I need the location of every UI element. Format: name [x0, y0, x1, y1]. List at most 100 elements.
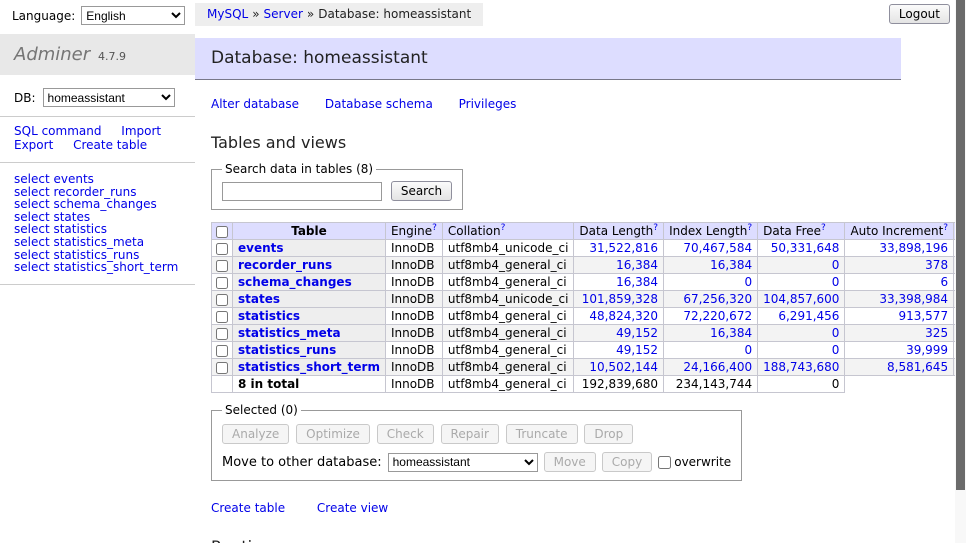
table-name-cell: states [233, 291, 386, 308]
truncate-button[interactable]: Truncate [506, 424, 578, 444]
sidebar-item-select-statistics-meta[interactable]: select statistics_meta [14, 236, 181, 249]
auto-increment-link[interactable]: 8,581,645 [887, 360, 948, 374]
app-brand: Adminer 4.7.9 [0, 34, 195, 75]
drop-button[interactable]: Drop [584, 424, 633, 444]
logout-button[interactable]: Logout [889, 4, 950, 24]
privileges-link[interactable]: Privileges [459, 97, 517, 111]
breadcrumb-server[interactable]: Server [264, 7, 303, 21]
data-length-link[interactable]: 16,384 [616, 275, 658, 289]
create-view-link[interactable]: Create view [317, 501, 388, 515]
auto-increment-link[interactable]: 913,577 [898, 309, 948, 323]
analyze-button[interactable]: Analyze [222, 424, 289, 444]
data-length-link[interactable]: 31,522,816 [589, 241, 658, 255]
data-free-link[interactable]: 188,743,680 [763, 360, 839, 374]
table-name-cell: statistics_meta [233, 325, 386, 342]
table-row: statistics_short_termInnoDButf8mb4_gener… [212, 359, 966, 376]
data-free-link[interactable]: 0 [832, 275, 840, 289]
data-length-link[interactable]: 101,859,328 [582, 292, 658, 306]
sidebar-item-select-schema-changes[interactable]: select schema_changes [14, 198, 181, 211]
index-length-link[interactable]: 0 [744, 343, 752, 357]
index-length-link[interactable]: 70,467,584 [683, 241, 752, 255]
search-input[interactable] [222, 182, 382, 201]
help-icon[interactable]: ? [501, 223, 506, 233]
auto-increment-link[interactable]: 33,898,196 [879, 241, 948, 255]
data-free-link[interactable]: 6,291,456 [778, 309, 839, 323]
check-button[interactable]: Check [377, 424, 434, 444]
row-checkbox[interactable] [216, 243, 228, 255]
row-checkbox[interactable] [216, 277, 228, 289]
total-data-free: 0 [758, 376, 845, 393]
collation-cell: utf8mb4_unicode_ci [442, 291, 574, 308]
table-name-link[interactable]: statistics [238, 309, 300, 323]
sidebar-link-sql-command[interactable]: SQL command [14, 124, 101, 138]
help-icon[interactable]: ? [943, 223, 948, 233]
index-length-link[interactable]: 24,166,400 [683, 360, 752, 374]
data-free-link[interactable]: 0 [832, 258, 840, 272]
move-button[interactable]: Move [544, 452, 596, 472]
auto-increment-link[interactable]: 378 [925, 258, 948, 272]
index-length-link[interactable]: 72,220,672 [683, 309, 752, 323]
auto-increment-cell: 6 [845, 274, 954, 291]
collation-cell: utf8mb4_general_ci [442, 257, 574, 274]
table-name-link[interactable]: statistics_meta [238, 326, 341, 340]
create-table-link[interactable]: Create table [211, 501, 285, 515]
data-length-link[interactable]: 48,824,320 [589, 309, 658, 323]
sidebar-item-select-events[interactable]: select events [14, 173, 181, 186]
routines-heading: Routines [211, 537, 885, 543]
table-name-link[interactable]: events [238, 241, 284, 255]
index-length-link[interactable]: 67,256,320 [683, 292, 752, 306]
vertical-scrollbar[interactable] [955, 0, 966, 543]
overwrite-checkbox[interactable] [658, 456, 671, 469]
auto-increment-link[interactable]: 6 [940, 275, 948, 289]
copy-button[interactable]: Copy [602, 452, 652, 472]
move-db-select[interactable]: homeassistant [388, 453, 538, 472]
help-icon[interactable]: ? [653, 223, 658, 233]
table-name-link[interactable]: recorder_runs [238, 258, 332, 272]
data-free-link[interactable]: 0 [832, 343, 840, 357]
optimize-button[interactable]: Optimize [296, 424, 370, 444]
breadcrumb-separator: » [252, 7, 259, 21]
auto-increment-link[interactable]: 33,398,984 [879, 292, 948, 306]
help-icon[interactable]: ? [747, 223, 752, 233]
data-free-link[interactable]: 104,857,600 [763, 292, 839, 306]
db-select[interactable]: homeassistant [43, 88, 175, 107]
scrollbar-thumb[interactable] [956, 0, 965, 490]
auto-increment-link[interactable]: 39,999 [906, 343, 948, 357]
index-length-link[interactable]: 0 [744, 275, 752, 289]
row-checkbox[interactable] [216, 294, 228, 306]
sidebar-link-import[interactable]: Import [121, 124, 161, 138]
data-length-link[interactable]: 49,152 [616, 326, 658, 340]
table-name-link[interactable]: statistics_short_term [238, 360, 380, 374]
database-schema-link[interactable]: Database schema [325, 97, 433, 111]
data-free-link[interactable]: 50,331,648 [771, 241, 840, 255]
row-checkbox[interactable] [216, 311, 228, 323]
sidebar-link-create-table[interactable]: Create table [73, 138, 147, 152]
sidebar-item-select-statistics-short-term[interactable]: select statistics_short_term [14, 261, 181, 274]
index-length-link[interactable]: 16,384 [710, 326, 752, 340]
table-name-link[interactable]: schema_changes [238, 275, 352, 289]
table-name-link[interactable]: statistics_runs [238, 343, 336, 357]
row-checkbox[interactable] [216, 362, 228, 374]
sidebar-link-export[interactable]: Export [14, 138, 53, 152]
table-name-link[interactable]: states [238, 292, 280, 306]
repair-button[interactable]: Repair [441, 424, 499, 444]
alter-database-link[interactable]: Alter database [211, 97, 299, 111]
data-length-link[interactable]: 49,152 [616, 343, 658, 357]
breadcrumb-mysql[interactable]: MySQL [207, 7, 248, 21]
data-free-link[interactable]: 0 [832, 326, 840, 340]
data-length-link[interactable]: 10,502,144 [589, 360, 658, 374]
language-select[interactable]: English [81, 6, 185, 25]
row-checkbox[interactable] [216, 260, 228, 272]
collation-cell: utf8mb4_unicode_ci [442, 240, 574, 257]
index-length-link[interactable]: 16,384 [710, 258, 752, 272]
data-length-link[interactable]: 16,384 [616, 258, 658, 272]
tables-and-views-heading: Tables and views [211, 133, 885, 152]
row-checkbox[interactable] [216, 328, 228, 340]
select-all-checkbox[interactable] [216, 226, 228, 238]
help-icon[interactable]: ? [432, 223, 437, 233]
sidebar-divider [0, 284, 195, 285]
help-icon[interactable]: ? [821, 223, 826, 233]
search-button[interactable]: Search [391, 181, 452, 201]
row-checkbox[interactable] [216, 345, 228, 357]
auto-increment-link[interactable]: 325 [925, 326, 948, 340]
